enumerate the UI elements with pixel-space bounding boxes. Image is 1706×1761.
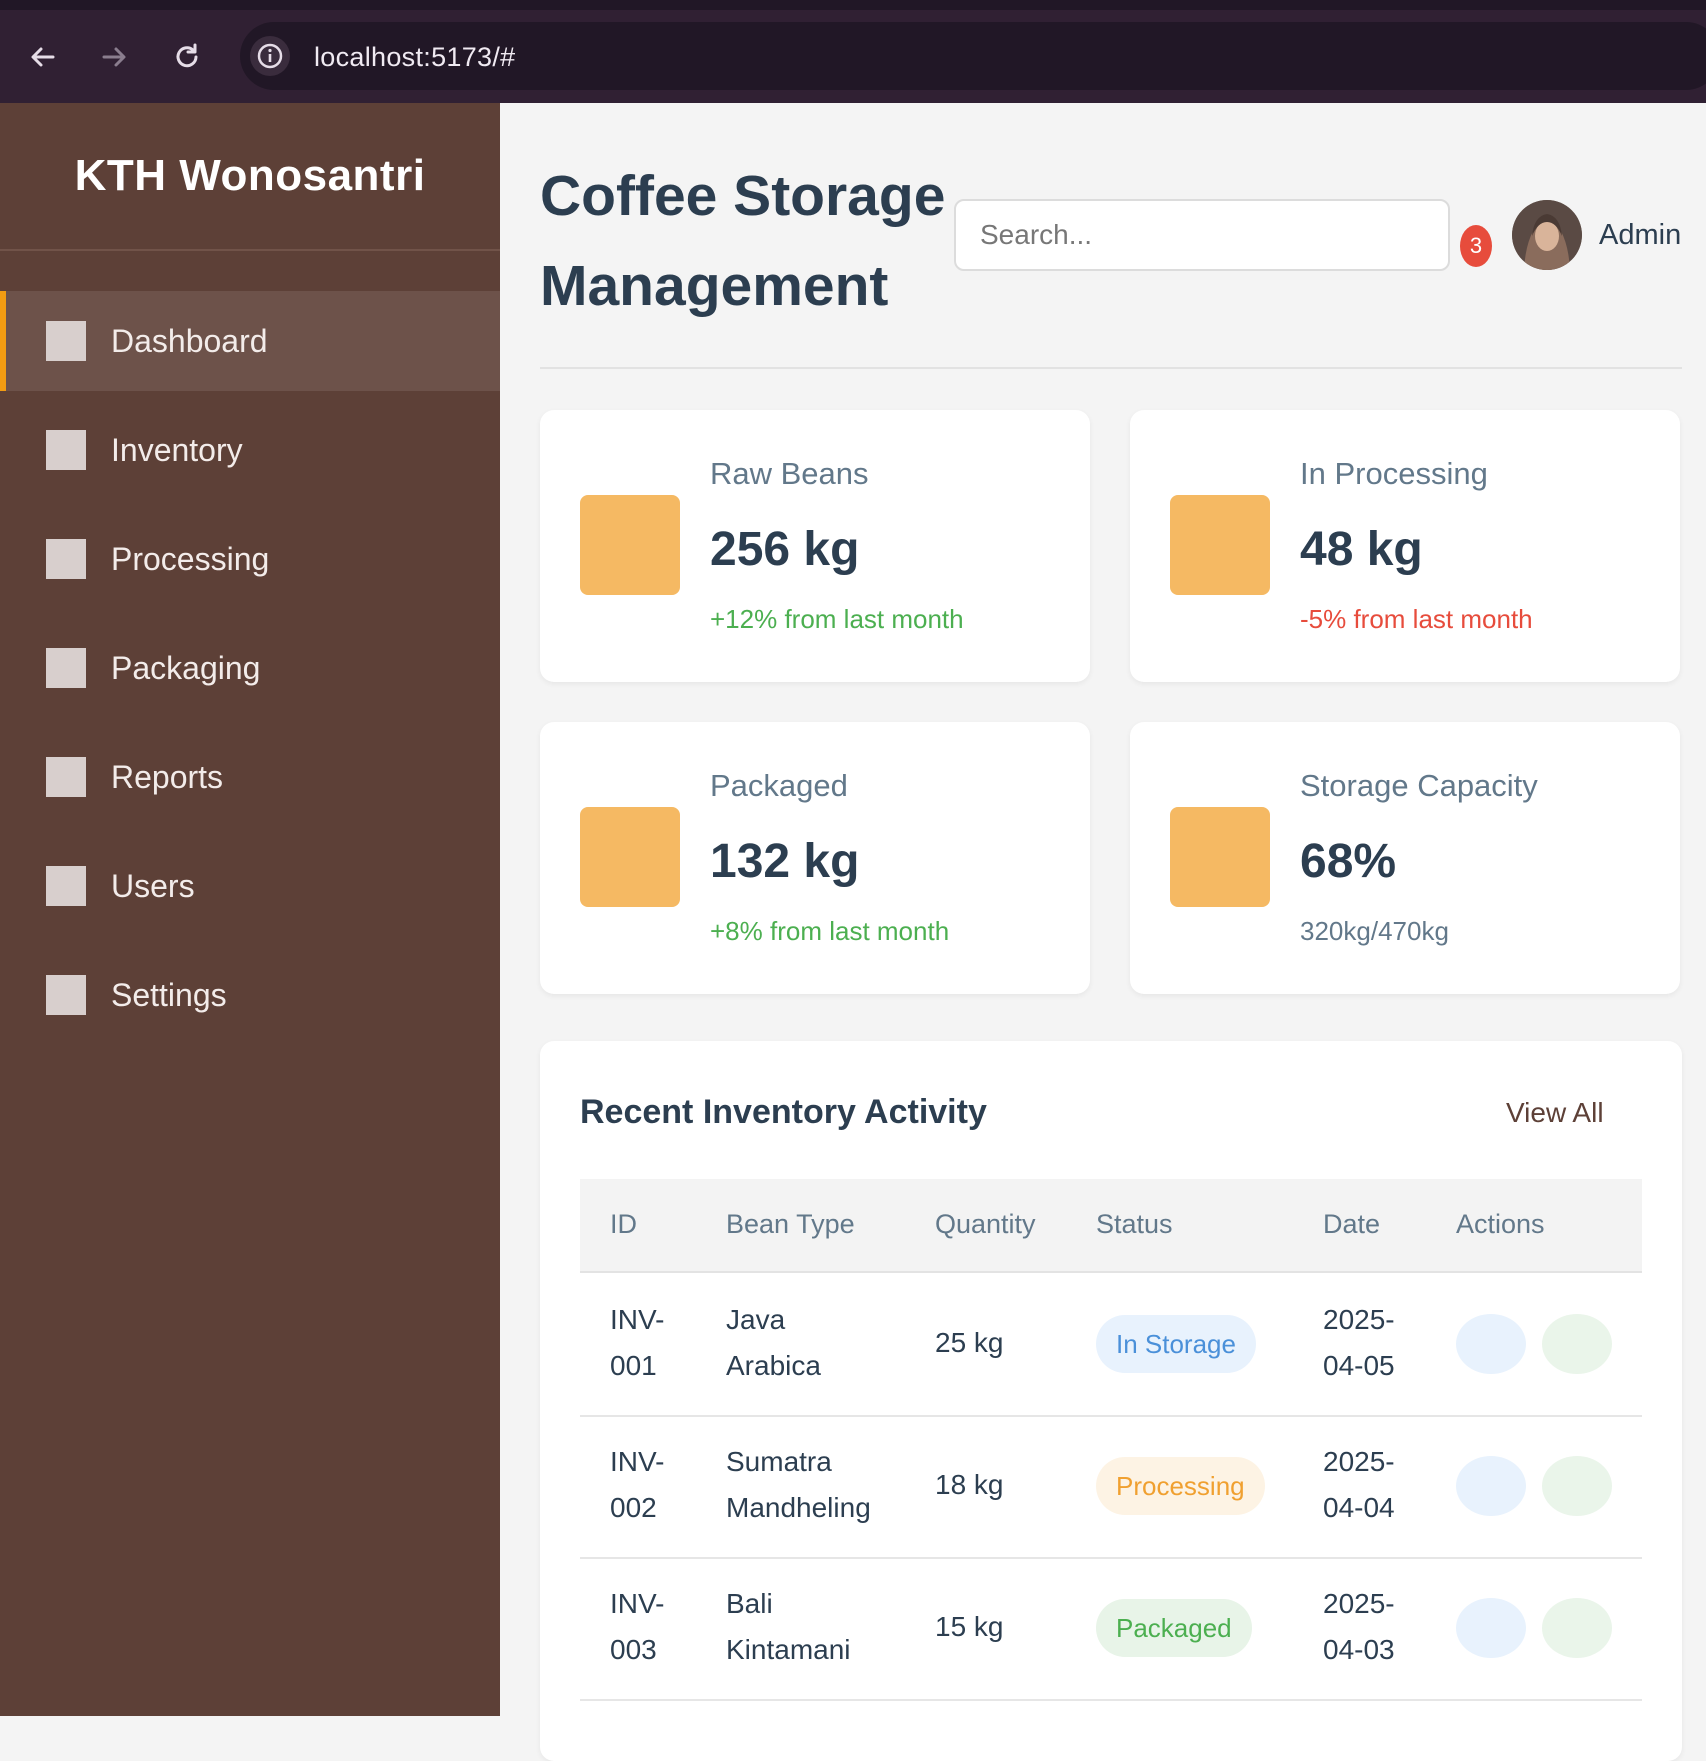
panel-title: Recent Inventory Activity bbox=[580, 1093, 987, 1131]
address-bar[interactable]: localhost:5173/# bbox=[240, 22, 1706, 90]
cell-bean-type: Sumatra Mandheling bbox=[726, 1446, 871, 1523]
cell-quantity: 25 kg bbox=[935, 1327, 1004, 1358]
raw-beans-icon bbox=[580, 495, 680, 595]
processing-icon bbox=[46, 539, 86, 579]
cell-bean-type: Java Arabica bbox=[726, 1304, 821, 1381]
info-icon[interactable] bbox=[250, 36, 290, 76]
forward-icon[interactable] bbox=[95, 38, 133, 76]
column-header-quantity: Quantity bbox=[935, 1209, 1036, 1239]
stat-card-in-processing: In Processing 48 kg -5% from last month bbox=[1130, 410, 1680, 682]
sidebar-item-label: Processing bbox=[111, 540, 270, 577]
sidebar-item-label: Dashboard bbox=[111, 322, 268, 359]
view-button[interactable] bbox=[1542, 1314, 1612, 1374]
stat-value: 68% bbox=[1300, 835, 1397, 888]
stat-label: Raw Beans bbox=[710, 456, 869, 491]
sidebar-item-packaging[interactable]: Packaging bbox=[0, 618, 500, 718]
sidebar-item-label: Users bbox=[111, 867, 195, 904]
sidebar-item-label: Reports bbox=[111, 758, 224, 795]
settings-icon bbox=[46, 975, 86, 1015]
reload-icon[interactable] bbox=[168, 38, 206, 76]
header-divider bbox=[540, 367, 1682, 369]
inventory-icon bbox=[46, 430, 86, 470]
sidebar-item-processing[interactable]: Processing bbox=[0, 509, 500, 609]
sidebar: KTH Wonosantri Dashboard Inventory Proce… bbox=[0, 103, 500, 1716]
brand-title: KTH Wonosantri bbox=[0, 103, 500, 251]
stat-trend: +8% from last month bbox=[710, 916, 950, 946]
sidebar-item-users[interactable]: Users bbox=[0, 836, 500, 936]
in-processing-icon bbox=[1170, 495, 1270, 595]
notification-badge[interactable]: 3 bbox=[1460, 225, 1492, 267]
sidebar-item-label: Inventory bbox=[111, 431, 243, 468]
back-icon[interactable] bbox=[24, 38, 62, 76]
sidebar-item-label: Packaging bbox=[111, 649, 261, 686]
stat-trend: -5% from last month bbox=[1300, 604, 1533, 634]
main-content: Coffee Storage Management 3 Admin Raw Be… bbox=[500, 103, 1706, 1761]
cell-date: 2025- 04-05 bbox=[1323, 1304, 1395, 1381]
table-row: INV- 001 Java Arabica 25 kg In Storage 202… bbox=[580, 1273, 1642, 1417]
column-header-bean-type: Bean Type bbox=[726, 1209, 855, 1239]
stat-card-raw-beans: Raw Beans 256 kg +12% from last month bbox=[540, 410, 1090, 682]
browser-toolbar: localhost:5173/# bbox=[0, 10, 1706, 103]
sidebar-item-settings[interactable]: Settings bbox=[0, 945, 500, 1045]
packaged-icon bbox=[580, 807, 680, 907]
edit-button[interactable] bbox=[1456, 1598, 1526, 1658]
stat-label: Storage Capacity bbox=[1300, 768, 1538, 803]
sidebar-item-reports[interactable]: Reports bbox=[0, 727, 500, 827]
users-icon bbox=[46, 866, 86, 906]
stat-label: In Processing bbox=[1300, 456, 1488, 491]
stat-value: 256 kg bbox=[710, 523, 860, 576]
stat-trend: +12% from last month bbox=[710, 604, 964, 634]
stat-card-packaged: Packaged 132 kg +8% from last month bbox=[540, 722, 1090, 994]
view-button[interactable] bbox=[1542, 1598, 1612, 1658]
sidebar-menu: Dashboard Inventory Processing Packaging… bbox=[0, 291, 500, 1054]
cell-bean-type: Bali Kintamani bbox=[726, 1588, 851, 1665]
dashboard-icon bbox=[46, 321, 86, 361]
stat-label: Packaged bbox=[710, 768, 848, 803]
cell-id: INV- 002 bbox=[610, 1446, 665, 1523]
cell-quantity: 18 kg bbox=[935, 1469, 1004, 1500]
stat-value: 132 kg bbox=[710, 835, 860, 888]
column-header-date: Date bbox=[1323, 1209, 1381, 1239]
cell-id: INV- 003 bbox=[610, 1588, 665, 1665]
view-all-link[interactable]: View All bbox=[1506, 1097, 1604, 1129]
reports-icon bbox=[46, 757, 86, 797]
user-name[interactable]: Admin bbox=[1599, 219, 1681, 252]
sidebar-item-dashboard[interactable]: Dashboard bbox=[0, 291, 500, 391]
page-title: Coffee Storage Management bbox=[540, 164, 946, 318]
column-header-id: ID bbox=[610, 1209, 637, 1239]
stat-detail: 320kg/470kg bbox=[1300, 916, 1449, 946]
cell-id: INV- 001 bbox=[610, 1304, 665, 1381]
packaging-icon bbox=[46, 648, 86, 688]
status-badge: In Storage bbox=[1096, 1315, 1256, 1373]
cell-quantity: 15 kg bbox=[935, 1611, 1004, 1642]
stat-card-storage-capacity: Storage Capacity 68% 320kg/470kg bbox=[1130, 722, 1680, 994]
search-input[interactable] bbox=[954, 199, 1450, 271]
cell-date: 2025- 04-04 bbox=[1323, 1446, 1395, 1523]
table-row: INV- 002 Sumatra Mandheling 18 kg Processi… bbox=[580, 1415, 1642, 1559]
edit-button[interactable] bbox=[1456, 1456, 1526, 1516]
status-badge: Processing bbox=[1096, 1457, 1265, 1515]
sidebar-item-label: Settings bbox=[111, 976, 227, 1013]
status-badge: Packaged bbox=[1096, 1599, 1252, 1657]
column-header-actions: Actions bbox=[1456, 1209, 1545, 1239]
table-header: ID Bean Type Quantity Status Date Action… bbox=[580, 1179, 1642, 1273]
table-row: INV- 003 Bali Kintamani 15 kg Packaged 202… bbox=[580, 1557, 1642, 1701]
browser-top-strip bbox=[0, 0, 1706, 10]
column-header-status: Status bbox=[1096, 1209, 1173, 1239]
view-button[interactable] bbox=[1542, 1456, 1612, 1516]
avatar[interactable] bbox=[1512, 200, 1582, 270]
url-text: localhost:5173/# bbox=[314, 42, 516, 72]
stat-value: 48 kg bbox=[1300, 523, 1423, 576]
sidebar-item-inventory[interactable]: Inventory bbox=[0, 400, 500, 500]
recent-activity-panel: Recent Inventory Activity View All ID Be… bbox=[540, 1041, 1682, 1761]
storage-capacity-icon bbox=[1170, 807, 1270, 907]
edit-button[interactable] bbox=[1456, 1314, 1526, 1374]
cell-date: 2025- 04-03 bbox=[1323, 1588, 1395, 1665]
